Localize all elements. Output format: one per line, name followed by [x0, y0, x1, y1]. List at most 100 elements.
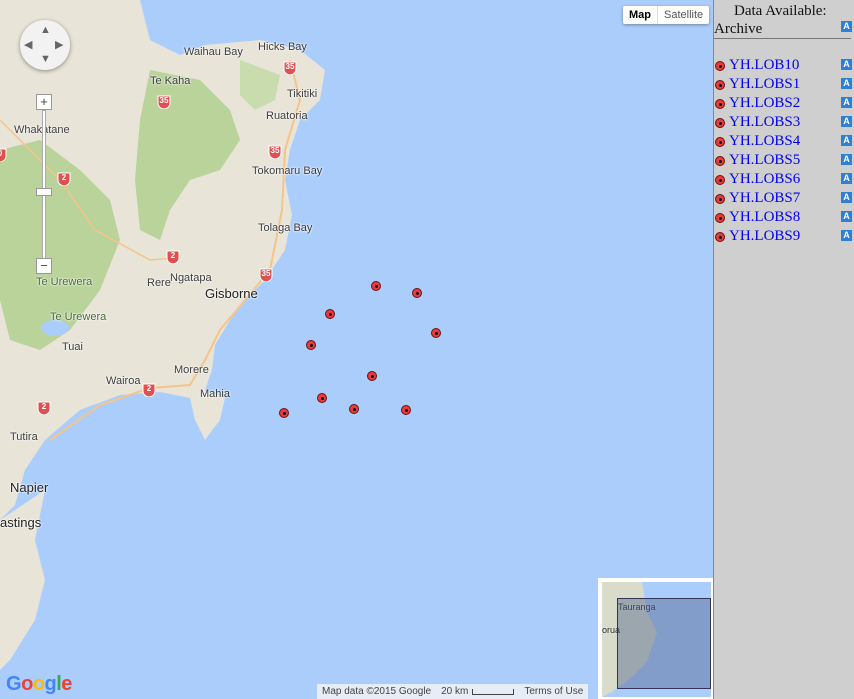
pan-right-icon[interactable]: ▶: [55, 38, 63, 51]
station-marker-icon: [715, 213, 725, 223]
archive-icon[interactable]: A: [841, 230, 852, 241]
archive-icon[interactable]: A: [841, 78, 852, 89]
archive-icon[interactable]: A: [841, 135, 852, 146]
place-label: Tutira: [10, 431, 38, 443]
station-marker-icon: [715, 175, 725, 185]
station-link[interactable]: YH.LOBS9: [729, 227, 800, 246]
pan-left-icon[interactable]: ◀: [24, 38, 32, 51]
pan-up-icon[interactable]: ▲: [40, 24, 51, 36]
station-link[interactable]: YH.LOBS8: [729, 208, 800, 227]
terms-link[interactable]: Terms of Use: [519, 684, 588, 699]
highway-shield: 2: [57, 172, 71, 187]
google-logo: Google: [6, 673, 72, 696]
station-row[interactable]: YH.LOBS6 A: [714, 170, 854, 189]
station-marker[interactable]: [367, 371, 377, 381]
map-type-button[interactable]: Map: [623, 6, 658, 24]
station-row[interactable]: YH.LOBS5 A: [714, 151, 854, 170]
station-link[interactable]: YH.LOBS6: [729, 170, 800, 189]
zoom-slider-thumb[interactable]: [36, 188, 52, 196]
scale-bar: 20 km: [436, 684, 519, 699]
place-label: astings: [0, 515, 42, 530]
station-marker[interactable]: [412, 288, 422, 298]
highway-shield: 2: [166, 250, 180, 265]
satellite-type-button[interactable]: Satellite: [658, 6, 709, 24]
archive-icon[interactable]: A: [841, 192, 852, 203]
station-marker-icon: [715, 61, 725, 71]
station-link[interactable]: YH.LOBS1: [729, 75, 800, 94]
station-link[interactable]: YH.LOB10: [729, 56, 799, 75]
logo-letter: o: [21, 673, 33, 695]
map-data-attribution: Map data ©2015 Google: [322, 686, 432, 697]
archive-icon[interactable]: A: [841, 97, 852, 108]
zoom-in-button[interactable]: +: [36, 94, 52, 110]
sidebar-divider: [714, 38, 851, 39]
place-label: Te Kaha: [150, 75, 191, 87]
place-label: Tikitiki: [287, 88, 318, 100]
station-link[interactable]: YH.LOBS3: [729, 113, 800, 132]
pan-down-icon[interactable]: ▼: [40, 53, 51, 65]
station-row[interactable]: YH.LOBS7 A: [714, 189, 854, 208]
archive-icon[interactable]: A: [841, 154, 852, 165]
highway-shield: 35: [268, 145, 282, 160]
station-marker[interactable]: [401, 405, 411, 415]
station-marker-icon: [715, 156, 725, 166]
station-marker-icon: [715, 80, 725, 90]
station-row[interactable]: YH.LOBS1 A: [714, 75, 854, 94]
highway-shield: 35: [283, 61, 297, 76]
place-label: Waihau Bay: [184, 46, 243, 58]
place-label: Hicks Bay: [258, 41, 307, 53]
place-label: Gisborne: [205, 286, 258, 301]
archive-icon[interactable]: A: [841, 116, 852, 127]
archive-subtitle: Archive: [714, 21, 763, 37]
place-label: Morere: [174, 364, 209, 376]
overview-viewport[interactable]: [617, 598, 711, 689]
place-label: Wairoa: [106, 375, 141, 387]
station-marker-icon: [715, 137, 725, 147]
highway-shield: 35: [259, 268, 273, 283]
pan-control[interactable]: ▲ ▼ ◀ ▶: [20, 20, 70, 70]
station-row[interactable]: YH.LOBS8 A: [714, 208, 854, 227]
place-label: Tokomaru Bay: [252, 165, 323, 177]
station-marker[interactable]: [349, 404, 359, 414]
map-canvas[interactable]: Hicks Bay Waihau Bay Te Kaha Tikitiki Wh…: [0, 0, 713, 699]
place-label: Ruatoria: [266, 110, 308, 122]
zoom-out-button[interactable]: −: [36, 258, 52, 274]
station-marker[interactable]: [279, 408, 289, 418]
station-marker-icon: [715, 194, 725, 204]
station-marker[interactable]: [317, 393, 327, 403]
station-link[interactable]: YH.LOBS2: [729, 94, 800, 113]
place-label: Mahia: [200, 388, 230, 400]
place-label: Te Urewera: [50, 311, 107, 323]
place-label: Tolaga Bay: [258, 222, 313, 234]
archive-icon[interactable]: A: [841, 59, 852, 70]
zoom-slider-track[interactable]: [42, 110, 46, 260]
station-row[interactable]: YH.LOBS3 A: [714, 113, 854, 132]
station-marker[interactable]: [431, 328, 441, 338]
archive-icon[interactable]: A: [841, 21, 852, 32]
station-marker-icon: [715, 232, 725, 242]
station-link[interactable]: YH.LOBS5: [729, 151, 800, 170]
zoom-control: + −: [36, 94, 52, 276]
place-label: Ngatapa: [170, 272, 212, 284]
place-label: Rere: [147, 277, 171, 289]
station-marker[interactable]: [325, 309, 335, 319]
logo-letter: o: [32, 673, 45, 695]
archive-icon[interactable]: A: [841, 211, 852, 222]
station-row[interactable]: YH.LOBS9 A: [714, 227, 854, 246]
map-type-control: Map Satellite: [623, 6, 710, 24]
overview-map[interactable]: Tauranga orua: [598, 578, 713, 699]
station-row[interactable]: YH.LOBS2 A: [714, 94, 854, 113]
station-row[interactable]: YH.LOB10 A: [714, 56, 854, 75]
station-link[interactable]: YH.LOBS7: [729, 189, 800, 208]
data-available-title: Data Available:: [734, 3, 827, 19]
station-row[interactable]: YH.LOBS4 A: [714, 132, 854, 151]
station-marker-icon: [715, 99, 725, 109]
highway-shield: 0: [0, 148, 7, 163]
logo-letter: G: [6, 673, 22, 695]
station-marker-icon: [715, 118, 725, 128]
highway-shield: 2: [37, 401, 51, 416]
station-marker[interactable]: [371, 281, 381, 291]
station-link[interactable]: YH.LOBS4: [729, 132, 800, 151]
station-marker[interactable]: [306, 340, 316, 350]
archive-icon[interactable]: A: [841, 173, 852, 184]
